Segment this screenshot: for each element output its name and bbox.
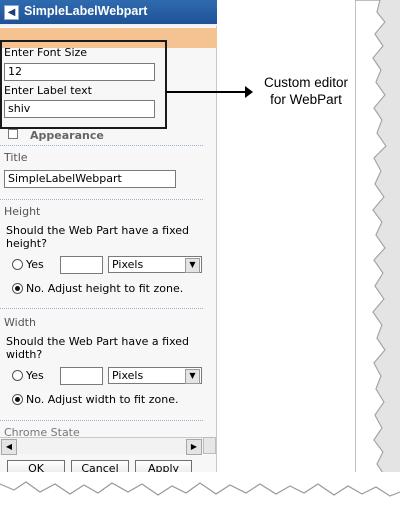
height-no-radio[interactable]: [12, 283, 23, 294]
height-units-value: Pixels: [112, 258, 144, 271]
width-question: Should the Web Part have a fixed: [6, 335, 190, 348]
torn-edge-right: [355, 0, 400, 513]
height-yes-radio[interactable]: [12, 259, 23, 270]
back-arrow-icon[interactable]: ◀: [4, 5, 19, 20]
width-question-cont: width?: [6, 348, 43, 361]
height-yes-label: Yes: [26, 258, 44, 271]
scroll-right-icon[interactable]: ▶: [186, 439, 202, 455]
horizontal-scrollbar[interactable]: ◀ ▶: [0, 437, 203, 455]
width-yes-radio[interactable]: [12, 370, 23, 381]
divider: [0, 308, 203, 309]
scroll-left-icon[interactable]: ◀: [1, 439, 17, 455]
height-label: Height: [4, 205, 41, 218]
callout-line-2: for WebPart: [270, 92, 342, 107]
callout-text: Custom editor for WebPart: [248, 74, 364, 108]
title-input[interactable]: SimpleLabelWebpart: [4, 170, 176, 188]
divider: [0, 420, 203, 421]
appearance-expand-icon[interactable]: [8, 129, 18, 139]
custom-editor-highlight: [0, 40, 167, 129]
tool-pane-titlebar: ◀ SimpleLabelWebpart: [0, 0, 217, 26]
width-units-value: Pixels: [112, 369, 144, 382]
height-units-select[interactable]: Pixels ▼: [108, 256, 202, 273]
dropdown-arrow-icon[interactable]: ▼: [185, 258, 200, 273]
divider: [0, 199, 203, 200]
width-no-radio[interactable]: [12, 394, 23, 405]
dropdown-arrow-icon[interactable]: ▼: [185, 369, 200, 384]
divider: [0, 145, 203, 146]
width-units-select[interactable]: Pixels ▼: [108, 367, 202, 384]
vertical-scrollbar[interactable]: [203, 437, 216, 454]
appearance-header[interactable]: Appearance: [30, 129, 104, 142]
width-label: Width: [4, 316, 36, 329]
width-value-input[interactable]: [60, 367, 103, 385]
title-label: Title: [4, 151, 28, 164]
height-no-label: No. Adjust height to fit zone.: [26, 282, 184, 295]
webpart-title: SimpleLabelWebpart: [24, 4, 148, 18]
callout-line-1: Custom editor: [263, 75, 349, 90]
callout-arrow: [166, 91, 247, 93]
width-yes-label: Yes: [26, 369, 44, 382]
width-no-label: No. Adjust width to fit zone.: [26, 393, 179, 406]
height-value-input[interactable]: [60, 256, 103, 274]
height-question: Should the Web Part have a fixed: [6, 224, 190, 237]
height-question-cont: height?: [6, 237, 47, 250]
torn-edge-bottom: [0, 472, 400, 513]
